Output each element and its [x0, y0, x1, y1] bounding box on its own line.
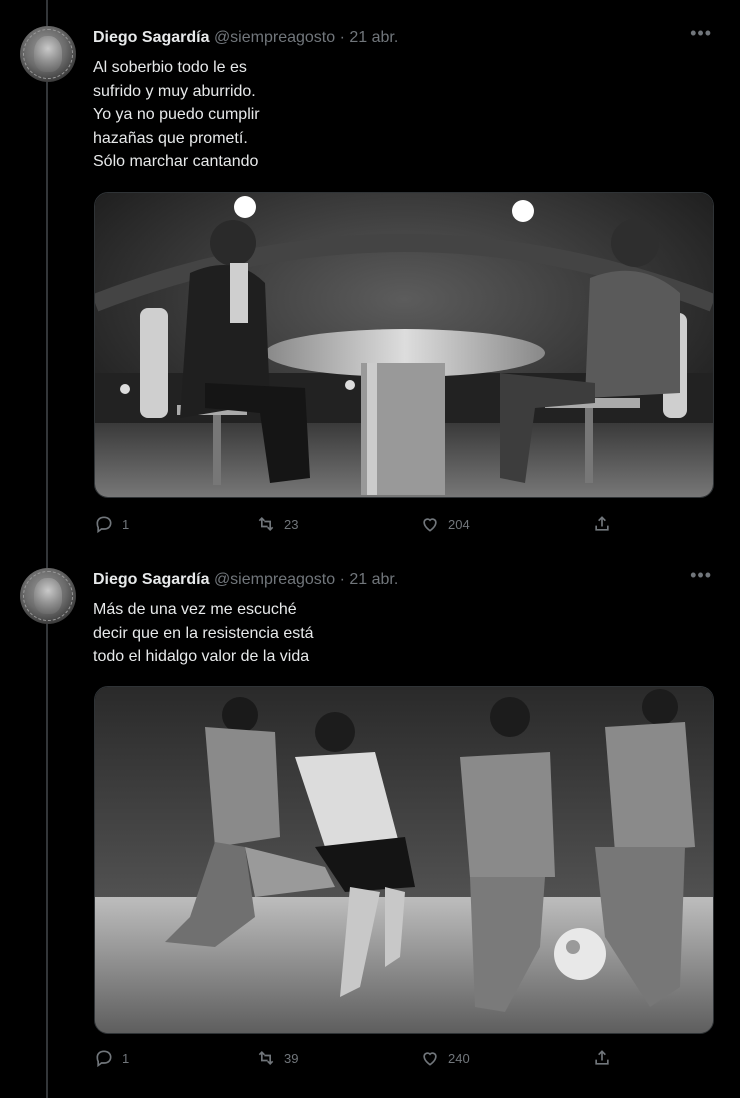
reply-count: 1 [122, 1050, 130, 1066]
share-button[interactable] [592, 514, 612, 534]
author-name[interactable]: Diego Sagardía [93, 29, 209, 46]
more-icon[interactable]: ••• [690, 566, 712, 584]
author-handle[interactable]: @siempreagosto [214, 29, 335, 46]
retweet-button[interactable]: 23 [256, 514, 298, 534]
avatar-bust [34, 36, 62, 72]
tweet-2[interactable]: Diego Sagardía @siempreagosto · 21 abr. … [0, 566, 740, 1088]
retweet-button[interactable]: 39 [256, 1048, 298, 1068]
tv-interview-photo [95, 193, 713, 497]
like-button[interactable]: 204 [420, 514, 470, 534]
retweet-count: 23 [284, 516, 299, 532]
tweet-text-line: Yo ya no puedo cumplir [93, 106, 260, 123]
tweet-actions: 1 23 204 [94, 514, 712, 538]
avatar[interactable] [20, 26, 76, 82]
like-icon [423, 518, 437, 532]
tweet-header: Diego Sagardía @siempreagosto · 21 abr. [93, 29, 398, 51]
more-icon[interactable]: ••• [690, 24, 712, 42]
avatar[interactable] [20, 568, 76, 624]
tweet-text-line: sufrido y muy aburrido. [93, 82, 256, 100]
tweet-text: Al soberbio todo le es sufrido y muy abu… [93, 56, 260, 174]
author-name[interactable]: Diego Sagardía [93, 571, 209, 588]
reply-count: 1 [122, 516, 130, 532]
like-icon [423, 1052, 437, 1066]
tweet-1[interactable]: Diego Sagardía @siempreagosto · 21 abr. … [0, 24, 740, 546]
separator-dot: · [339, 29, 345, 46]
share-icon [595, 1050, 609, 1065]
tweet-actions: 1 39 240 [94, 1048, 712, 1072]
reply-icon [96, 1050, 112, 1068]
reply-button[interactable]: 1 [94, 1048, 129, 1068]
tweet-text-line: Sólo marchar cantando [93, 153, 259, 170]
retweet-count: 39 [284, 1050, 299, 1066]
like-count: 204 [448, 516, 470, 532]
tweet-text-line: decir que en la resistencia está [93, 624, 314, 642]
tweet-text-line: Al soberbio todo le es [93, 59, 247, 76]
football-match-photo [95, 687, 713, 1033]
like-button[interactable]: 240 [420, 1048, 470, 1068]
tweet-text-line: Más de una vez me escuché [93, 601, 297, 618]
reply-button[interactable]: 1 [94, 514, 129, 534]
retweet-icon [258, 516, 274, 532]
share-icon [595, 516, 609, 531]
separator-dot: · [339, 571, 345, 588]
tweet-media-image[interactable] [94, 192, 714, 498]
avatar-bust [34, 578, 62, 614]
retweet-icon [258, 1050, 274, 1066]
tweet-media-image[interactable] [94, 686, 714, 1034]
tweet-date[interactable]: 21 abr. [349, 571, 398, 588]
author-handle[interactable]: @siempreagosto [214, 571, 335, 588]
like-count: 240 [448, 1050, 470, 1066]
tweet-text: Más de una vez me escuché decir que en l… [93, 598, 314, 669]
tweet-date[interactable]: 21 abr. [349, 29, 398, 46]
tweet-text-line: todo el hidalgo valor de la vida [93, 648, 310, 665]
reply-icon [96, 516, 112, 534]
tweet-text-line: hazañas que prometí. [93, 129, 248, 147]
share-button[interactable] [592, 1048, 612, 1068]
tweet-header: Diego Sagardía @siempreagosto · 21 abr. [93, 571, 398, 593]
